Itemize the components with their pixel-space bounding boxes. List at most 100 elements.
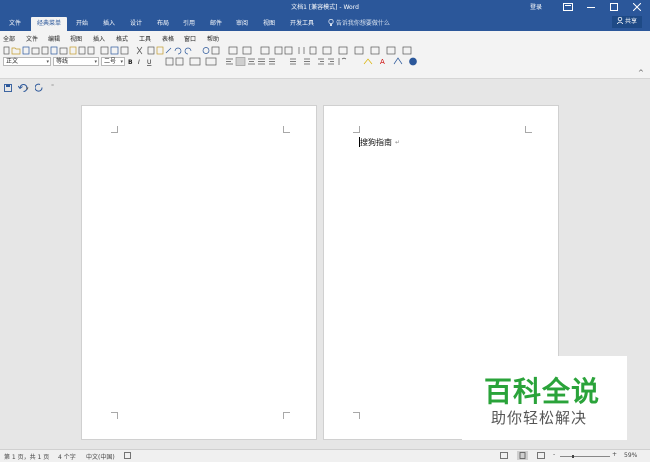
tab-classic-menu[interactable]: 经典菜单	[31, 17, 67, 31]
hyperlink-icon	[202, 47, 210, 54]
style-value: 正文	[6, 58, 19, 65]
grammar-icon	[110, 46, 119, 55]
word-count[interactable]: 4 个字	[58, 452, 76, 461]
undo-icon[interactable]: ▾	[18, 83, 30, 92]
tab-file[interactable]: 文件	[3, 17, 27, 31]
menu-window[interactable]: 窗口	[184, 34, 196, 43]
spelling-icon	[100, 46, 109, 55]
ribbon-options-icon	[563, 3, 573, 11]
menu-view[interactable]: 视图	[70, 34, 82, 43]
save-icon[interactable]	[4, 84, 12, 92]
reading-mode-icon	[370, 46, 380, 55]
status-bar: 第 1 页，共 1 页 4 个字 中文(中国) - + 59%	[0, 449, 650, 462]
undo-icon	[174, 47, 182, 55]
highlight-icon	[363, 58, 373, 65]
print-preview-icon	[41, 46, 49, 55]
menu-file[interactable]: 文件	[26, 34, 38, 43]
cut-icon	[136, 46, 143, 55]
language-indicator[interactable]: 中文(中国)	[86, 452, 115, 461]
distributed-icon	[269, 58, 275, 65]
page-count[interactable]: 第 1 页，共 1 页	[4, 452, 49, 461]
collapse-ribbon-icon[interactable]: ^	[638, 69, 644, 77]
line-spacing-icon	[338, 57, 347, 65]
zoom-level[interactable]: 59%	[624, 452, 637, 459]
shapes-icon	[338, 46, 348, 55]
comment-icon	[354, 46, 364, 55]
format-painter-icon	[78, 46, 86, 55]
maximize-icon	[610, 3, 618, 11]
menu-edit[interactable]: 编辑	[48, 34, 60, 43]
macro-record-icon[interactable]	[124, 452, 131, 459]
zoom-slider[interactable]	[560, 455, 610, 458]
tab-developer[interactable]: 开发工具	[286, 17, 318, 31]
zoom-in-icon[interactable]: +	[612, 451, 617, 458]
menu-tools[interactable]: 工具	[139, 34, 151, 43]
font-select[interactable]: 等线 ▾	[53, 57, 99, 66]
tab-insert[interactable]: 插入	[97, 17, 121, 31]
redo-icon	[184, 47, 192, 55]
maximize-button[interactable]	[603, 0, 625, 14]
text-effects-icon	[393, 57, 403, 65]
font-size-select[interactable]: 二号 ▾	[101, 57, 125, 66]
crop-mark	[525, 126, 532, 133]
share-button[interactable]: 共享	[612, 16, 642, 28]
tab-view[interactable]: 视图	[257, 17, 281, 31]
customize-qat-icon[interactable]: ⁼	[51, 83, 54, 90]
paragraph-mark: ↵	[395, 139, 401, 146]
standard-toolbar[interactable]	[3, 46, 423, 55]
font-value: 等线	[56, 58, 69, 65]
borders-icon	[242, 46, 252, 55]
minimize-button[interactable]	[580, 0, 602, 14]
tab-design[interactable]: 设计	[124, 17, 148, 31]
justify-icon	[258, 58, 265, 65]
menu-table[interactable]: 表格	[162, 34, 174, 43]
tab-references[interactable]: 引用	[177, 17, 201, 31]
tab-review[interactable]: 审阅	[230, 17, 254, 31]
close-button[interactable]	[626, 0, 648, 14]
formatting-toolbar[interactable]: B I U A	[128, 57, 428, 66]
close-icon	[632, 2, 642, 12]
paste-icon	[69, 46, 77, 55]
page-left[interactable]	[81, 105, 317, 440]
login-link[interactable]: 登录	[530, 2, 542, 11]
tab-layout[interactable]: 布局	[151, 17, 175, 31]
track-changes-icon	[386, 46, 396, 55]
classic-menu-ribbon: 全部 文件 编辑 视图 插入 格式 工具 表格 窗口 帮助 正文 ▾ 等线 ▾ …	[0, 31, 650, 79]
char-scale-icon	[189, 57, 201, 66]
check-icon	[50, 46, 58, 55]
copy2-icon	[147, 46, 155, 55]
char-shading-icon	[175, 57, 184, 66]
read-mode-icon[interactable]	[500, 452, 508, 459]
crop-mark	[353, 126, 360, 133]
excel-icon	[260, 46, 270, 55]
ribbon-display-options-button[interactable]	[557, 0, 579, 14]
menu-help[interactable]: 帮助	[207, 34, 219, 43]
text-box-icon	[322, 46, 332, 55]
share-label: 共享	[624, 18, 637, 25]
zoom-out-icon[interactable]: -	[553, 451, 555, 458]
table-icon	[211, 46, 220, 55]
crop-mark	[283, 412, 290, 419]
drawing-icon	[284, 46, 293, 55]
menu-insert[interactable]: 插入	[93, 34, 105, 43]
tab-mailings[interactable]: 邮件	[204, 17, 228, 31]
menu-all[interactable]: 全部	[3, 34, 15, 43]
crop-mark	[111, 412, 118, 419]
print-icon	[31, 47, 40, 55]
print-layout-icon[interactable]	[517, 451, 528, 460]
chevron-down-icon: ▾	[120, 59, 123, 65]
watermark-title: 百科全说	[484, 375, 601, 408]
person-icon	[616, 16, 624, 25]
style-select[interactable]: 正文 ▾	[3, 57, 51, 66]
tab-home[interactable]: 开始	[70, 17, 94, 31]
crop-mark	[353, 412, 360, 419]
menu-format[interactable]: 格式	[116, 34, 128, 43]
redo-icon[interactable]	[35, 83, 44, 92]
crop-mark	[283, 126, 290, 133]
web-layout-icon[interactable]	[537, 452, 545, 459]
tell-me-text: 告诉我你想要做什么	[335, 20, 390, 27]
brush-icon	[165, 47, 172, 54]
quick-access-toolbar: ▾ ⁼	[0, 79, 650, 97]
tell-me-box[interactable]: 告诉我你想要做什么	[328, 17, 390, 30]
document-text[interactable]: 搜狗指南	[360, 137, 392, 148]
